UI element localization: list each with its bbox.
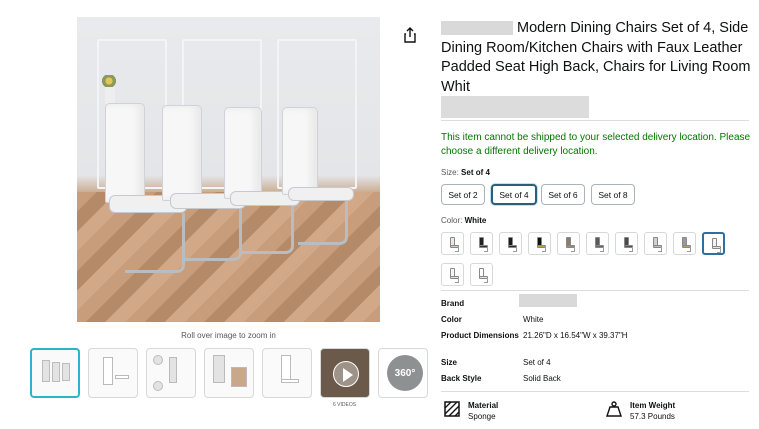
color-swatch[interactable] — [470, 232, 493, 255]
color-swatch[interactable] — [586, 232, 609, 255]
videos-count-label: 6 VIDEOS — [333, 402, 357, 408]
size-option-set-of-4[interactable]: Set of 4 — [491, 184, 537, 205]
material-icon — [444, 401, 460, 417]
play-icon — [333, 361, 359, 387]
divider — [441, 120, 749, 121]
weight-icon — [606, 401, 622, 417]
thumbnail-4[interactable] — [204, 348, 254, 398]
color-swatch[interactable] — [644, 232, 667, 255]
zoom-hint: Roll over image to zoom in — [181, 331, 276, 340]
divider — [441, 290, 749, 291]
share-icon[interactable] — [403, 27, 417, 43]
main-product-image[interactable] — [77, 17, 380, 322]
divider — [441, 391, 749, 392]
redacted-brand-value — [519, 294, 577, 307]
size-label-row: Size: Set of 4 — [441, 168, 490, 177]
color-swatch[interactable] — [557, 232, 580, 255]
color-swatch[interactable] — [673, 232, 696, 255]
size-option-set-of-8[interactable]: Set of 8 — [591, 184, 635, 205]
color-swatch[interactable] — [702, 232, 725, 255]
shipping-warning: This item cannot be shipped to your sele… — [441, 132, 751, 157]
color-swatch[interactable] — [528, 232, 551, 255]
product-title: Modern Dining Chairs Set of 4, Side Dini… — [441, 20, 751, 95]
color-label-row: Color: White — [441, 216, 487, 225]
color-swatch[interactable] — [470, 263, 493, 286]
color-swatch[interactable] — [441, 263, 464, 286]
flowers — [99, 75, 119, 87]
redacted-store-link[interactable] — [441, 96, 589, 118]
color-selected: White — [464, 216, 487, 225]
size-option-set-of-2[interactable]: Set of 2 — [441, 184, 485, 205]
spin-360-icon: 360° — [387, 355, 423, 391]
size-option-set-of-6[interactable]: Set of 6 — [541, 184, 585, 205]
thumbnail-5[interactable] — [262, 348, 312, 398]
color-swatch[interactable] — [441, 232, 464, 255]
redacted-brand — [441, 21, 513, 36]
spin-360-thumbnail[interactable]: 360° — [378, 348, 428, 398]
video-thumbnail[interactable] — [320, 348, 370, 398]
color-swatch[interactable] — [615, 232, 638, 255]
thumbnail-1[interactable] — [30, 348, 80, 398]
thumbnail-2[interactable] — [88, 348, 138, 398]
thumbnail-3[interactable] — [146, 348, 196, 398]
size-selected: Set of 4 — [461, 168, 490, 177]
color-swatch[interactable] — [499, 232, 522, 255]
